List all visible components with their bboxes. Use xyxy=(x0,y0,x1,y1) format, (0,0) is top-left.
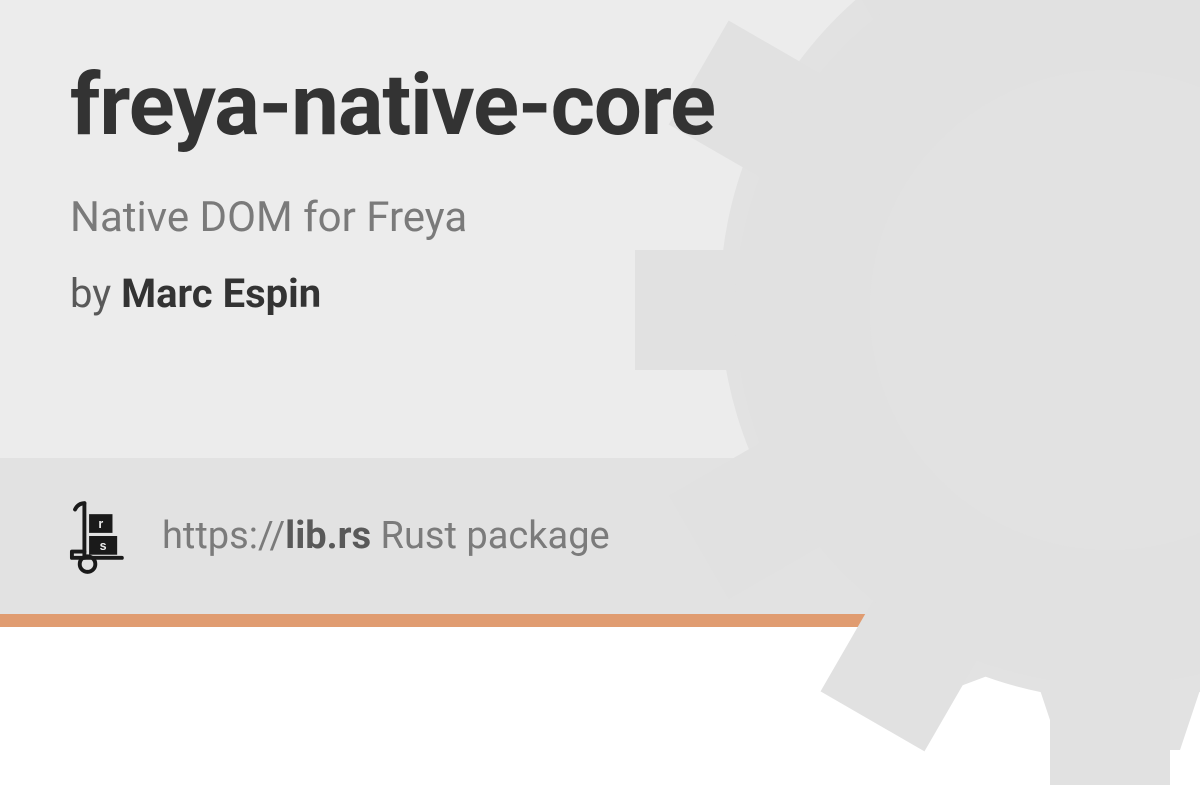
byline-prefix: by xyxy=(70,270,121,317)
svg-text:s: s xyxy=(100,539,107,553)
footer-panel: r s https://lib.rs Rust package xyxy=(0,458,1200,614)
footer-url-prefix: https:// xyxy=(162,514,285,558)
byline-author: Marc Espin xyxy=(121,270,321,317)
accent-bar xyxy=(0,614,1200,627)
package-title: freya-native-core xyxy=(70,55,1130,155)
footer-domain: lib.rs xyxy=(285,514,371,558)
main-panel: freya-native-core Native DOM for Freya b… xyxy=(0,0,1200,458)
byline: by Marc Espin xyxy=(70,270,1130,317)
footer-suffix: Rust package xyxy=(371,514,610,558)
package-description: Native DOM for Freya xyxy=(70,193,1130,242)
svg-text:r: r xyxy=(98,517,103,531)
librs-logo-icon: r s xyxy=(60,496,140,576)
footer-text: https://lib.rs Rust package xyxy=(162,514,610,558)
